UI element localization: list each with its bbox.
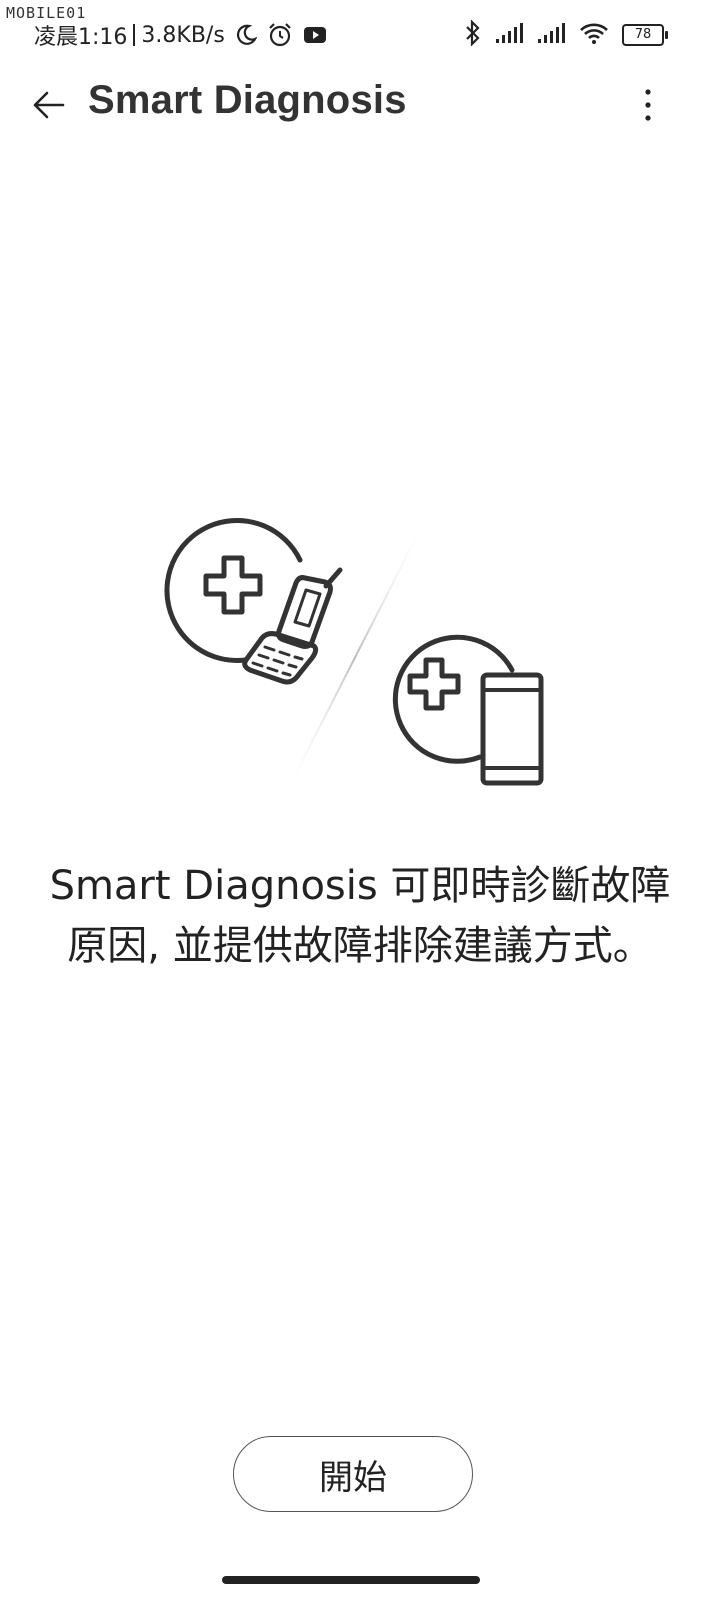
battery-icon: 78 [622, 24, 668, 46]
app-bar: Smart Diagnosis [0, 70, 720, 136]
status-time: 凌晨1:16 [34, 25, 128, 50]
wifi-icon [578, 21, 610, 49]
more-options-button[interactable] [626, 83, 670, 127]
start-button[interactable]: 開始 [233, 1436, 473, 1512]
signal-icon [494, 22, 524, 48]
gesture-nav-handle[interactable] [222, 1576, 480, 1584]
diagnosis-illustration [150, 510, 570, 800]
status-divider [133, 24, 136, 46]
signal-icon [536, 22, 566, 48]
description-text: Smart Diagnosis 可即時診斷故障原因, 並提供故障排除建議方式。 [49, 863, 671, 969]
more-vert-icon [645, 89, 651, 121]
status-left: 凌晨1:16 3.8KB/s [34, 20, 327, 50]
diagnosis-smartphone-icon [392, 634, 544, 786]
back-button[interactable] [26, 83, 70, 127]
diagnosis-flip-phone-icon [164, 517, 343, 685]
youtube-icon [303, 25, 327, 45]
moon-icon [235, 24, 257, 46]
page-title: Smart Diagnosis [88, 78, 407, 122]
network-speed: 3.8KB/s [141, 22, 225, 48]
status-right: 78 [464, 19, 668, 50]
status-bar: MOBILE01 凌晨1:16 3.8KB/s 78 [0, 0, 720, 70]
back-arrow-icon [33, 91, 65, 119]
bluetooth-icon [464, 19, 482, 50]
illustration-divider [284, 519, 426, 796]
alarm-icon [267, 22, 293, 48]
